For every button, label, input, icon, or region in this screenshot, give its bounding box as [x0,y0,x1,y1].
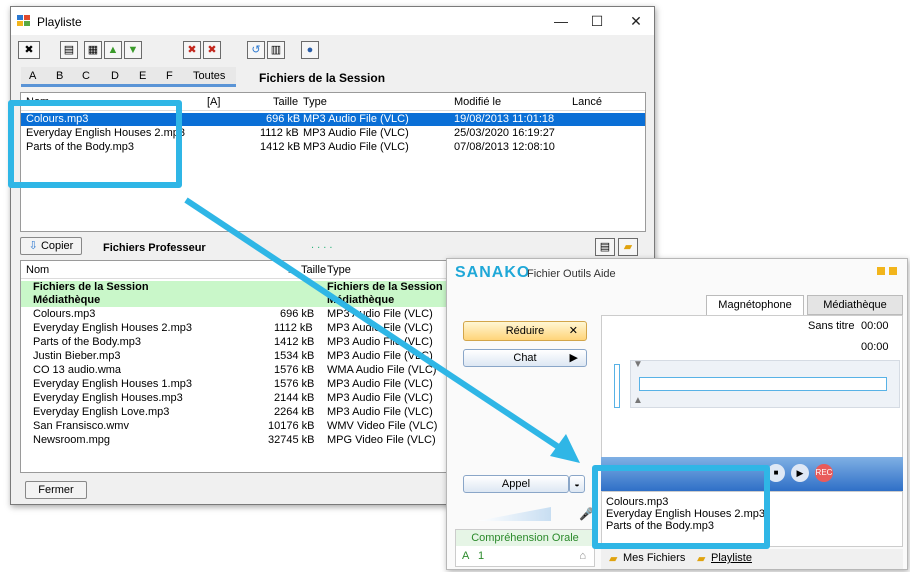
arrow-head-icon [550,434,580,463]
arrow-line [184,197,568,455]
arrow-overlay [184,197,580,463]
